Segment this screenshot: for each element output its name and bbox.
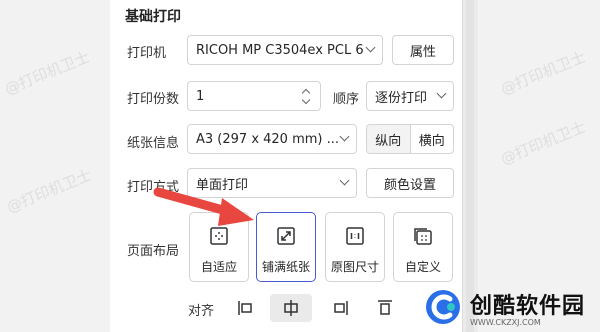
- align-center-icon: [284, 300, 298, 316]
- scrollbar-thumb[interactable]: [466, 0, 474, 332]
- align-center-button[interactable]: [270, 294, 312, 322]
- orientation-toggle: 纵向 横向: [366, 124, 454, 154]
- chevron-down-icon: [436, 88, 447, 99]
- align-top-button[interactable]: [364, 294, 406, 322]
- orientation-portrait[interactable]: 纵向: [367, 125, 411, 153]
- align-top-icon: [378, 300, 392, 315]
- chevron-down-icon: [365, 42, 376, 53]
- stepper-arrows-icon[interactable]: [301, 86, 312, 106]
- original-size-icon: [346, 227, 364, 245]
- paper-select[interactable]: A3 (297 x 420 mm) ...: [187, 124, 357, 154]
- layout-option-label: 原图尺寸: [330, 260, 379, 274]
- align-right-icon: [334, 301, 348, 315]
- layout-option-label: 自适应: [200, 260, 237, 274]
- paper-label: 纸张信息: [127, 136, 180, 151]
- copies-stepper[interactable]: 1: [187, 81, 321, 111]
- paper-value: A3 (297 x 420 mm) ...: [196, 131, 340, 147]
- order-select[interactable]: 逐份打印: [366, 81, 454, 111]
- order-value: 逐份打印: [375, 90, 428, 106]
- chevron-down-icon: [339, 175, 350, 186]
- watermark-text: @打印机卫士: [498, 117, 589, 169]
- watermark-text: @打印机卫士: [4, 165, 95, 217]
- alignment-label: 对齐: [188, 304, 215, 319]
- layout-option-label: 自定义: [404, 260, 441, 274]
- printer-select[interactable]: RICOH MP C3504ex PCL 6: [187, 35, 383, 65]
- page-layout-label: 页面布局: [127, 244, 180, 259]
- brand-name: 创酷软件园: [470, 293, 586, 319]
- custom-icon: [414, 228, 432, 245]
- align-left-button[interactable]: [224, 294, 266, 322]
- section-title: 基础打印: [125, 9, 181, 25]
- watermark-text: @打印机卫士: [2, 47, 93, 99]
- color-settings-button[interactable]: 颜色设置: [366, 168, 454, 198]
- layout-option-original-size[interactable]: 原图尺寸: [325, 212, 385, 282]
- brand-logo: 创酷软件园 WWW.CKZXJ.COM: [424, 286, 594, 328]
- order-label: 顺序: [333, 92, 360, 107]
- printer-properties-button[interactable]: 属性: [392, 35, 454, 65]
- printer-value: RICOH MP C3504ex PCL 6: [196, 42, 364, 58]
- expand-icon: [277, 227, 295, 245]
- layout-option-label: 铺满纸张: [261, 260, 310, 274]
- copies-value: 1: [196, 88, 205, 104]
- layout-option-custom[interactable]: 自定义: [393, 212, 453, 282]
- brand-logo-icon: [426, 290, 460, 324]
- align-right-button[interactable]: [320, 294, 362, 322]
- layout-option-fill-paper[interactable]: 铺满纸张: [256, 212, 316, 282]
- watermark-text: @打印机卫士: [498, 47, 589, 99]
- copies-label: 打印份数: [127, 92, 180, 107]
- orientation-landscape[interactable]: 横向: [411, 125, 454, 153]
- printer-label: 打印机: [127, 46, 167, 61]
- align-left-icon: [238, 301, 252, 315]
- chevron-down-icon: [339, 131, 350, 142]
- annotation-arrow-icon: [153, 187, 254, 226]
